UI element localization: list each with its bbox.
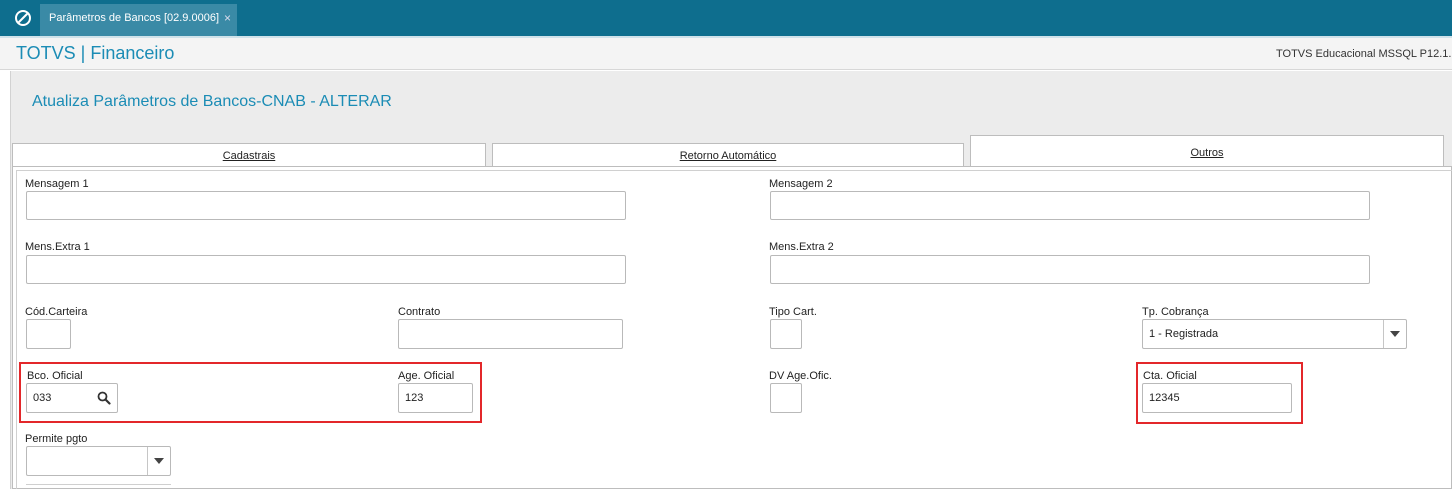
cod-carteira-input[interactable] (26, 319, 71, 349)
mens-extra1-input[interactable] (26, 255, 626, 284)
page-title: Atualiza Parâmetros de Bancos-CNAB - ALT… (32, 93, 392, 110)
mens-extra1-label: Mens.Extra 1 (25, 241, 90, 253)
permite-pgto-dropdown-button[interactable] (147, 447, 170, 475)
contrato-input[interactable] (398, 319, 623, 349)
mensagem1-input[interactable] (26, 191, 626, 220)
tab-outros[interactable]: Outros (970, 135, 1444, 167)
mens-extra2-input[interactable] (770, 255, 1370, 284)
close-tab-icon[interactable]: × (224, 11, 231, 25)
totvs-logo-icon[interactable] (14, 9, 32, 27)
tipo-cart-input[interactable] (770, 319, 802, 349)
cod-carteira-label: Cód.Carteira (25, 306, 88, 318)
search-icon[interactable] (97, 391, 111, 405)
document-tab[interactable]: Parâmetros de Bancos [02.9.0006] × (40, 4, 237, 36)
document-tab-label: Parâmetros de Bancos [02.9.0006] (49, 12, 219, 24)
tab-retorno-automatico[interactable]: Retorno Automático (492, 143, 964, 167)
age-oficial-input[interactable]: 123 (398, 383, 473, 413)
cta-oficial-label: Cta. Oficial (1143, 370, 1197, 382)
chevron-down-icon (1390, 331, 1400, 337)
top-tab-bar: Parâmetros de Bancos [02.9.0006] × (0, 0, 1452, 36)
tp-cobranca-label: Tp. Cobrança (1142, 306, 1209, 318)
dv-age-ofic-label: DV Age.Ofic. (769, 370, 832, 382)
mens-extra2-label: Mens.Extra 2 (769, 241, 834, 253)
environment-label: TOTVS Educacional MSSQL P12.1.17 (1276, 48, 1452, 60)
age-oficial-label: Age. Oficial (398, 370, 455, 382)
bco-oficial-input[interactable]: 033 (26, 383, 118, 413)
cta-oficial-input[interactable]: 12345 (1142, 383, 1292, 413)
permite-pgto-select[interactable] (26, 446, 171, 476)
tp-cobranca-dropdown-button[interactable] (1383, 320, 1406, 348)
mensagem2-input[interactable] (770, 191, 1370, 220)
contrato-label: Contrato (398, 306, 441, 318)
mensagem1-label: Mensagem 1 (25, 178, 89, 190)
dv-age-ofic-input[interactable] (770, 383, 802, 413)
bco-oficial-label: Bco. Oficial (27, 370, 83, 382)
tp-cobranca-select[interactable]: 1 - Registrada (1142, 319, 1407, 349)
tipo-cart-label: Tipo Cart. (769, 306, 817, 318)
tab-cadastrais[interactable]: Cadastrais (12, 143, 486, 167)
bco-oficial-value: 033 (33, 392, 52, 404)
permite-pgto-label: Permite pgto (25, 433, 88, 445)
next-field-edge (26, 484, 171, 490)
app-header: TOTVS | Financeiro TOTVS Educacional MSS… (0, 36, 1452, 70)
chevron-down-icon (154, 458, 164, 464)
tp-cobranca-value: 1 - Registrada (1149, 328, 1219, 340)
mensagem2-label: Mensagem 2 (769, 178, 833, 190)
app-title: TOTVS | Financeiro (16, 43, 175, 63)
